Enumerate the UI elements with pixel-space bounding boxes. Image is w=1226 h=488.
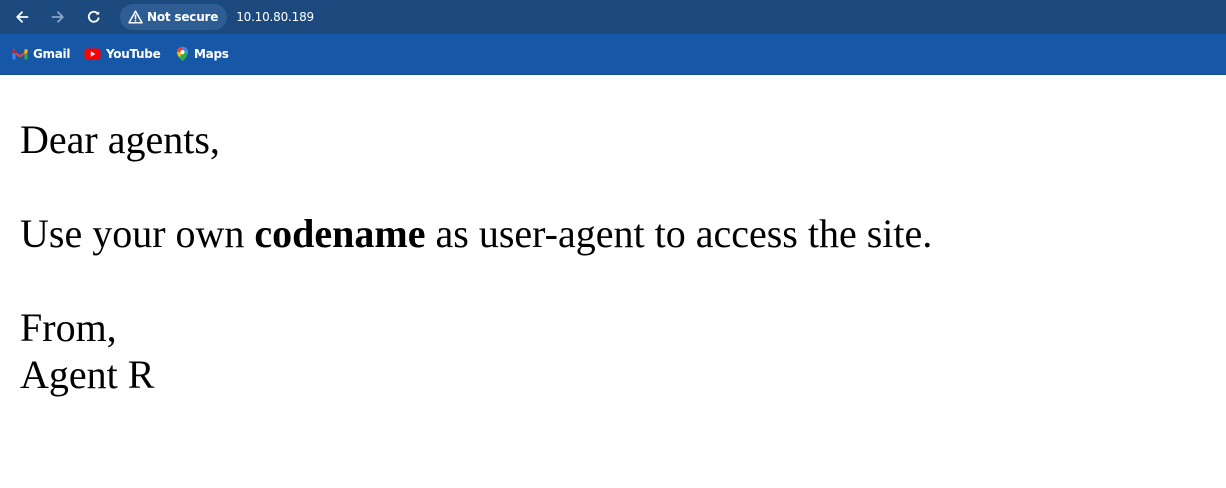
security-label: Not secure	[147, 10, 219, 24]
bookmark-label: Gmail	[33, 47, 71, 61]
security-chip[interactable]: Not secure	[120, 4, 228, 30]
reload-icon	[86, 9, 102, 25]
bookmark-gmail[interactable]: Gmail	[12, 44, 70, 64]
bookmark-maps[interactable]: Maps	[176, 44, 229, 64]
instruction-prefix: Use your own	[20, 211, 255, 256]
gmail-icon	[12, 48, 28, 60]
bookmarks-bar: Gmail YouTube Maps	[0, 34, 1226, 75]
instruction-text: Use your own codename as user-agent to a…	[20, 210, 932, 257]
browser-toolbar: Not secure 10.10.80.189	[0, 0, 1226, 34]
signature-text: Agent R	[20, 352, 155, 397]
address-bar[interactable]: Not secure 10.10.80.189	[120, 3, 1220, 31]
instruction-suffix: as user-agent to access the site.	[425, 211, 933, 256]
forward-button[interactable]	[45, 4, 71, 30]
codename-emphasis: codename	[254, 211, 426, 256]
maps-icon	[176, 46, 189, 62]
arrow-left-icon	[14, 9, 30, 25]
url-text[interactable]: 10.10.80.189	[236, 10, 314, 24]
back-button[interactable]	[9, 4, 35, 30]
bookmark-youtube[interactable]: YouTube	[84, 44, 161, 64]
greeting-text: Dear agents,	[20, 117, 220, 162]
youtube-icon	[84, 48, 101, 60]
bookmark-label: YouTube	[106, 47, 161, 61]
reload-button[interactable]	[81, 4, 107, 30]
closing-text: From,	[20, 305, 117, 350]
bookmark-label: Maps	[194, 47, 229, 61]
arrow-right-icon	[50, 9, 66, 25]
warning-triangle-icon	[128, 10, 143, 24]
